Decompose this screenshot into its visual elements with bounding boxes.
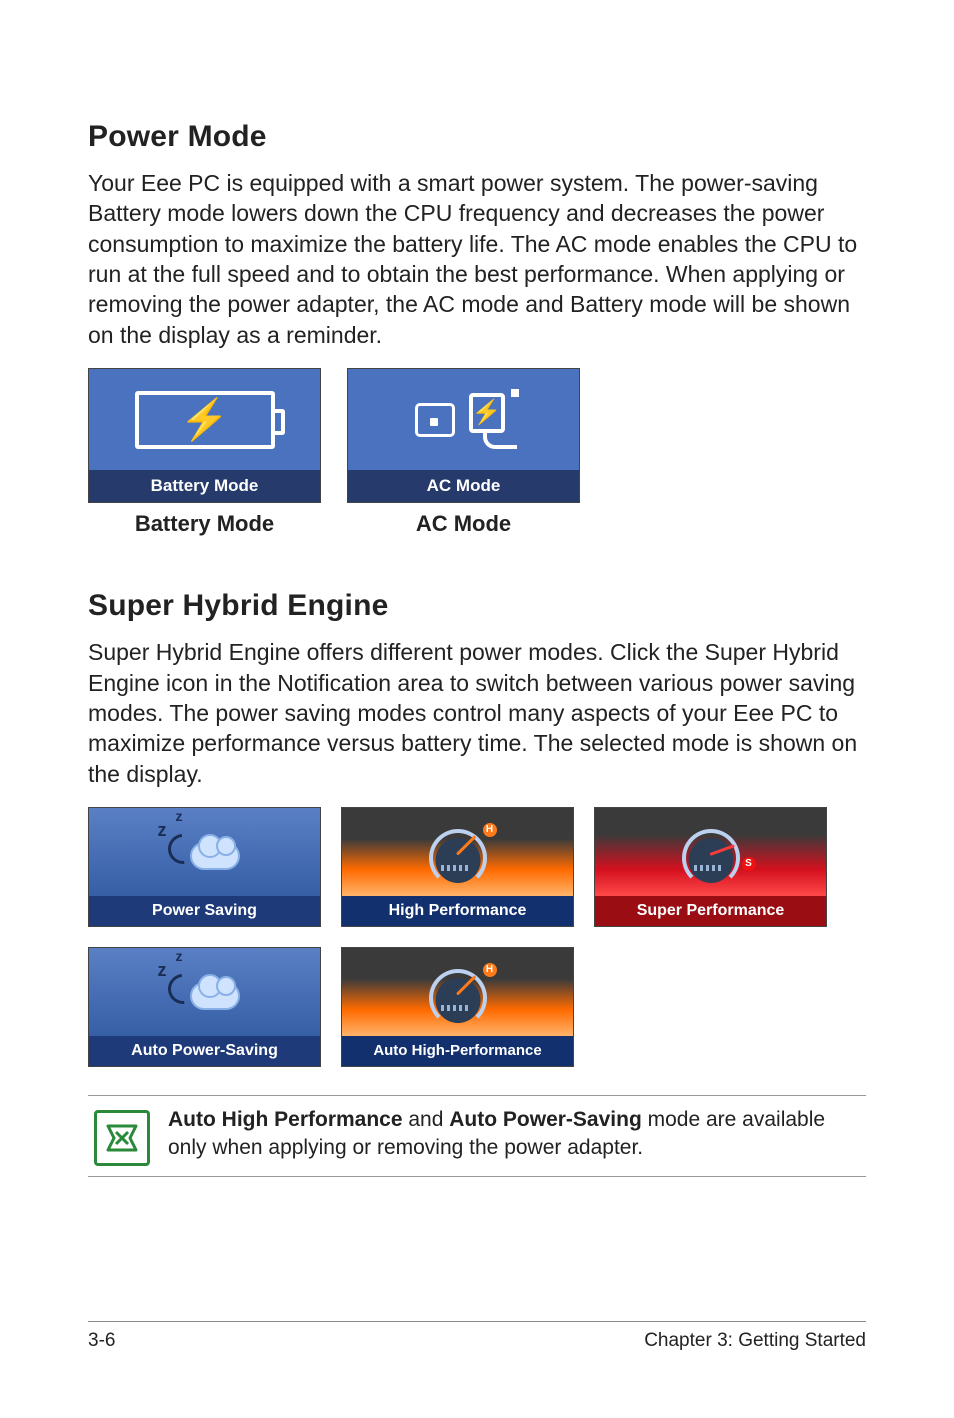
she-cards-grid: zz Power Saving H High Performance	[88, 807, 866, 1067]
note-text: Auto High Performance and Auto Power-Sav…	[168, 1106, 860, 1163]
card-ac-mode: ⚡ AC Mode AC Mode	[347, 368, 580, 537]
tachometer-icon: H	[419, 963, 497, 1021]
note-bold-1: Auto High Performance	[168, 1108, 403, 1131]
tachometer-icon: S	[672, 823, 750, 881]
tachometer-icon: H	[419, 823, 497, 881]
bolt-icon: ⚡	[180, 400, 230, 440]
card-caption: Battery Mode	[88, 511, 321, 537]
card-power-saving: zz Power Saving	[88, 807, 321, 927]
note-icon	[94, 1110, 150, 1166]
chapter-title: Chapter 3: Getting Started	[644, 1330, 866, 1352]
card-battery-mode: ⚡ Battery Mode Battery Mode	[88, 368, 321, 537]
page-number: 3-6	[88, 1330, 115, 1352]
sleep-icon: zz	[150, 962, 260, 1022]
paragraph-super-hybrid-engine: Super Hybrid Engine offers different pow…	[88, 637, 866, 789]
heading-super-hybrid-engine: Super Hybrid Engine	[88, 589, 866, 623]
page-footer: 3-6 Chapter 3: Getting Started	[88, 1321, 866, 1352]
card-auto-power-saving: zz Auto Power-Saving	[88, 947, 321, 1067]
card-strip-label: Battery Mode	[89, 470, 320, 502]
sleep-icon: zz	[150, 822, 260, 882]
power-mode-cards-row: ⚡ Battery Mode Battery Mode ⚡	[88, 368, 866, 537]
card-label: Auto High-Performance	[342, 1036, 573, 1066]
heading-power-mode: Power Mode	[88, 120, 866, 154]
note-mid: and	[403, 1108, 450, 1131]
battery-mode-graphic: ⚡	[89, 369, 320, 470]
ac-mode-graphic: ⚡	[348, 369, 579, 470]
card-label: Super Performance	[595, 896, 826, 926]
card-auto-high-performance: H Auto High-Performance	[341, 947, 574, 1067]
paragraph-power-mode: Your Eee PC is equipped with a smart pow…	[88, 168, 866, 350]
card-high-performance: H High Performance	[341, 807, 574, 927]
battery-icon: ⚡	[135, 391, 275, 449]
note-box: Auto High Performance and Auto Power-Sav…	[88, 1095, 866, 1177]
monitor-icon	[415, 403, 455, 437]
card-label: Auto Power-Saving	[89, 1036, 320, 1066]
card-label: Power Saving	[89, 896, 320, 926]
card-super-performance: S Super Performance	[594, 807, 827, 927]
card-label: High Performance	[342, 896, 573, 926]
card-caption: AC Mode	[347, 511, 580, 537]
note-bold-2: Auto Power-Saving	[449, 1108, 642, 1131]
card-strip-label: AC Mode	[348, 470, 579, 502]
power-adapter-icon: ⚡	[465, 393, 513, 447]
